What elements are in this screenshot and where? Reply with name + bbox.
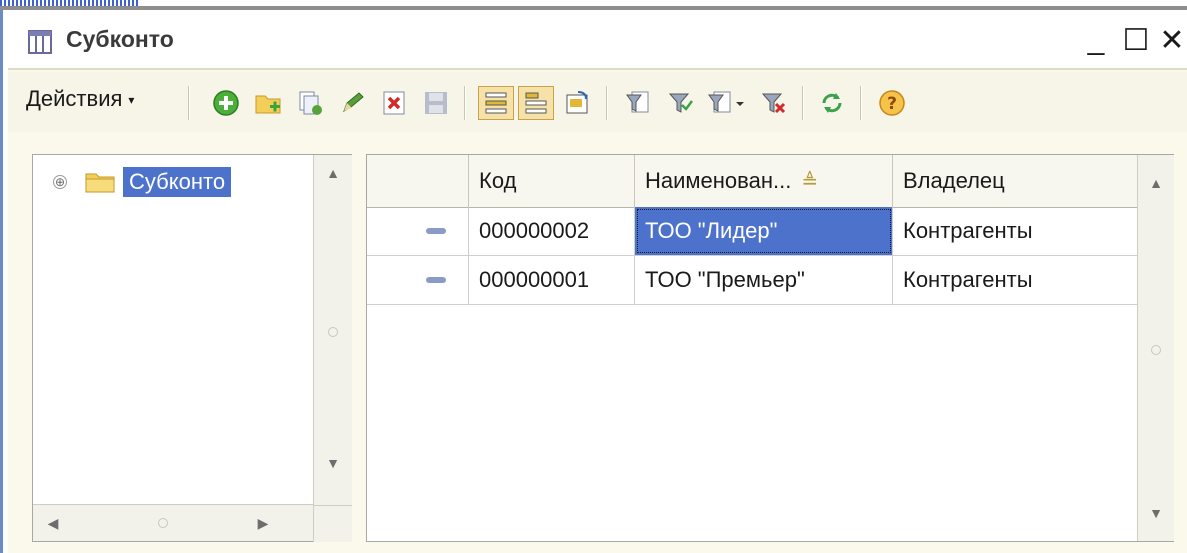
- scroll-up-arrow[interactable]: ▲: [1138, 165, 1174, 201]
- move-to-group-button[interactable]: [560, 86, 596, 120]
- cell-code[interactable]: 000000001: [469, 256, 635, 304]
- left-edge-bar: [0, 10, 3, 553]
- tree-vertical-scrollbar[interactable]: ▲ ▼: [313, 155, 352, 505]
- column-header-name-label: Наименован...: [645, 168, 792, 193]
- element-icon: [426, 228, 446, 234]
- clear-filter-icon: [761, 93, 786, 114]
- cell-owner[interactable]: Контрагенты: [893, 256, 1137, 304]
- column-header-code[interactable]: Код: [469, 155, 635, 207]
- tree-item-root[interactable]: ⊕ Субконто: [53, 167, 232, 197]
- help-icon: ?: [879, 90, 905, 116]
- actions-menu-button[interactable]: Действия ▾: [26, 86, 134, 112]
- toolbar-separator: [188, 86, 190, 120]
- cell-name[interactable]: ТОО "Лидер": [635, 207, 893, 255]
- save-ok-button[interactable]: [418, 86, 454, 120]
- copy-icon: [299, 91, 322, 115]
- cell-code[interactable]: 000000002: [469, 207, 635, 255]
- edit-icon: [343, 92, 364, 113]
- add-icon: [213, 90, 239, 116]
- column-header-name[interactable]: Наименован... ≜: [635, 155, 893, 207]
- scroll-corner: [313, 505, 352, 542]
- filter-button[interactable]: [620, 86, 656, 120]
- element-icon: [426, 277, 446, 283]
- toolbar-separator: [464, 86, 466, 120]
- list-grid[interactable]: Код Наименован... ≜ Владелец 000000002 Т…: [366, 154, 1174, 542]
- add-button[interactable]: [208, 86, 244, 120]
- delete-icon: [383, 91, 405, 115]
- filter-by-value-icon: [668, 93, 693, 113]
- table-row[interactable]: 000000002 ТОО "Лидер" Контрагенты: [367, 207, 1137, 256]
- row-marker: [367, 207, 469, 255]
- cell-owner[interactable]: Контрагенты: [893, 207, 1137, 255]
- refresh-icon: [822, 93, 842, 113]
- maximize-button[interactable]: ☐: [1118, 20, 1154, 60]
- hierarchy-list-button[interactable]: [478, 86, 514, 120]
- column-header-marker: [367, 155, 469, 207]
- list-form-icon: [28, 30, 52, 54]
- tree-horizontal-scrollbar[interactable]: ◀ ▶: [33, 504, 313, 541]
- toolbar-separator: [606, 86, 608, 120]
- clear-filter-button[interactable]: [756, 86, 792, 120]
- title-separator: [8, 68, 1187, 70]
- save-disabled-icon: [425, 92, 447, 114]
- move-to-group-icon: [566, 91, 588, 114]
- edit-button[interactable]: [334, 86, 370, 120]
- scroll-thumb-grip[interactable]: [1151, 345, 1161, 355]
- grid-header: Код Наименован... ≜ Владелец: [367, 155, 1137, 208]
- tree-item-label: Субконто: [123, 167, 232, 197]
- add-folder-icon: [255, 95, 281, 114]
- toolbar: Действия ▾ ?: [8, 72, 1187, 132]
- add-folder-button[interactable]: [250, 86, 286, 120]
- chevron-down-icon: ▾: [128, 93, 135, 108]
- table-row[interactable]: 000000001 ТОО "Премьер" Контрагенты: [367, 256, 1137, 305]
- toolbar-separator: [860, 86, 862, 120]
- delete-button[interactable]: [376, 86, 412, 120]
- help-glyph: ?: [887, 94, 897, 114]
- hierarchy-tree-button[interactable]: [518, 86, 554, 120]
- column-header-owner[interactable]: Владелец: [893, 155, 1137, 207]
- filter-history-button[interactable]: [704, 86, 748, 120]
- hierarchy-tree-icon: [525, 92, 547, 114]
- row-marker: [367, 256, 469, 304]
- subconto-window: Субконто _ ☐ ✕ Действия ▾ ? ⊕ Субконто ▲…: [8, 10, 1187, 553]
- sort-ascending-icon: ≜: [801, 170, 819, 193]
- toolbar-separator: [802, 86, 804, 120]
- scroll-thumb-grip[interactable]: [328, 327, 338, 337]
- scroll-thumb-grip[interactable]: [158, 518, 168, 528]
- scroll-up-arrow[interactable]: ▲: [314, 155, 352, 191]
- expand-icon[interactable]: ⊕: [53, 175, 67, 189]
- minimize-button[interactable]: _: [1078, 20, 1114, 60]
- scroll-right-arrow[interactable]: ▶: [243, 505, 283, 541]
- folder-icon: [85, 173, 115, 193]
- grid-vertical-scrollbar[interactable]: ▲ ▼: [1137, 155, 1174, 541]
- filter-history-icon: [708, 91, 744, 113]
- top-border: [0, 0, 1187, 10]
- close-button[interactable]: ✕: [1154, 20, 1187, 60]
- scroll-left-arrow[interactable]: ◀: [33, 505, 73, 541]
- filter-by-value-button[interactable]: [662, 86, 698, 120]
- help-button[interactable]: ?: [874, 86, 910, 120]
- copy-button[interactable]: [292, 86, 328, 120]
- left-edge: [0, 10, 8, 553]
- title-bar[interactable]: Субконто _ ☐ ✕: [8, 10, 1187, 68]
- cell-name[interactable]: ТОО "Премьер": [635, 256, 893, 304]
- hierarchy-list-icon: [485, 92, 507, 114]
- scroll-down-arrow[interactable]: ▼: [1138, 495, 1174, 531]
- window-title: Субконто: [66, 26, 174, 52]
- refresh-button[interactable]: [814, 86, 850, 120]
- scroll-down-arrow[interactable]: ▼: [314, 445, 352, 481]
- filter-icon: [626, 91, 649, 113]
- tree-panel[interactable]: ⊕ Субконто ▲ ▼ ◀ ▶: [32, 154, 352, 542]
- actions-label: Действия: [26, 86, 123, 111]
